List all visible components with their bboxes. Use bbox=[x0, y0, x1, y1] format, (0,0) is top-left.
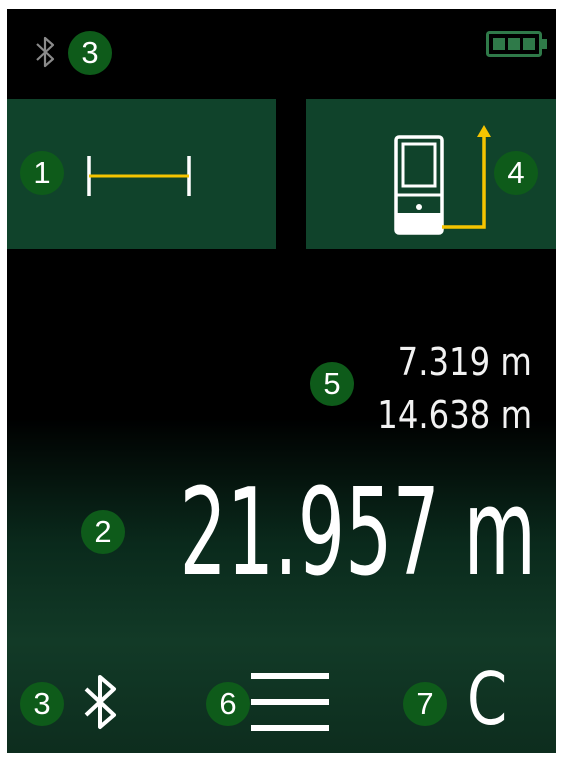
callout-badge-bluetooth-bottom: 3 bbox=[20, 682, 64, 726]
distance-mode-tile[interactable]: 1 bbox=[7, 99, 276, 249]
bluetooth-icon[interactable] bbox=[34, 35, 58, 69]
distance-line-icon bbox=[87, 156, 191, 196]
callout-badge-measurements: 5 bbox=[310, 362, 354, 406]
device-screen: 3 1 4 5 7.319 m 14.638 m 2 21.957 m 3 6 … bbox=[7, 9, 556, 753]
reference-tile[interactable]: 4 bbox=[306, 99, 556, 249]
menu-icon[interactable] bbox=[251, 671, 331, 733]
callout-badge-bluetooth-top: 3 bbox=[68, 31, 112, 75]
callout-badge-reference: 4 bbox=[494, 151, 538, 195]
battery-full-icon bbox=[486, 31, 547, 57]
measurement-value-1: 7.319 m bbox=[397, 340, 532, 384]
clear-button[interactable]: C bbox=[467, 663, 507, 735]
callout-badge-clear: 7 bbox=[403, 682, 447, 726]
measurement-value-2: 14.638 m bbox=[377, 393, 532, 437]
main-measurement-value: 21.957 m bbox=[179, 464, 536, 603]
callout-badge-main-result: 2 bbox=[81, 510, 125, 554]
device-reference-icon bbox=[394, 125, 491, 235]
callout-badge-distance-mode: 1 bbox=[20, 151, 64, 195]
bluetooth-icon[interactable] bbox=[80, 673, 122, 731]
callout-badge-menu: 6 bbox=[206, 682, 250, 726]
